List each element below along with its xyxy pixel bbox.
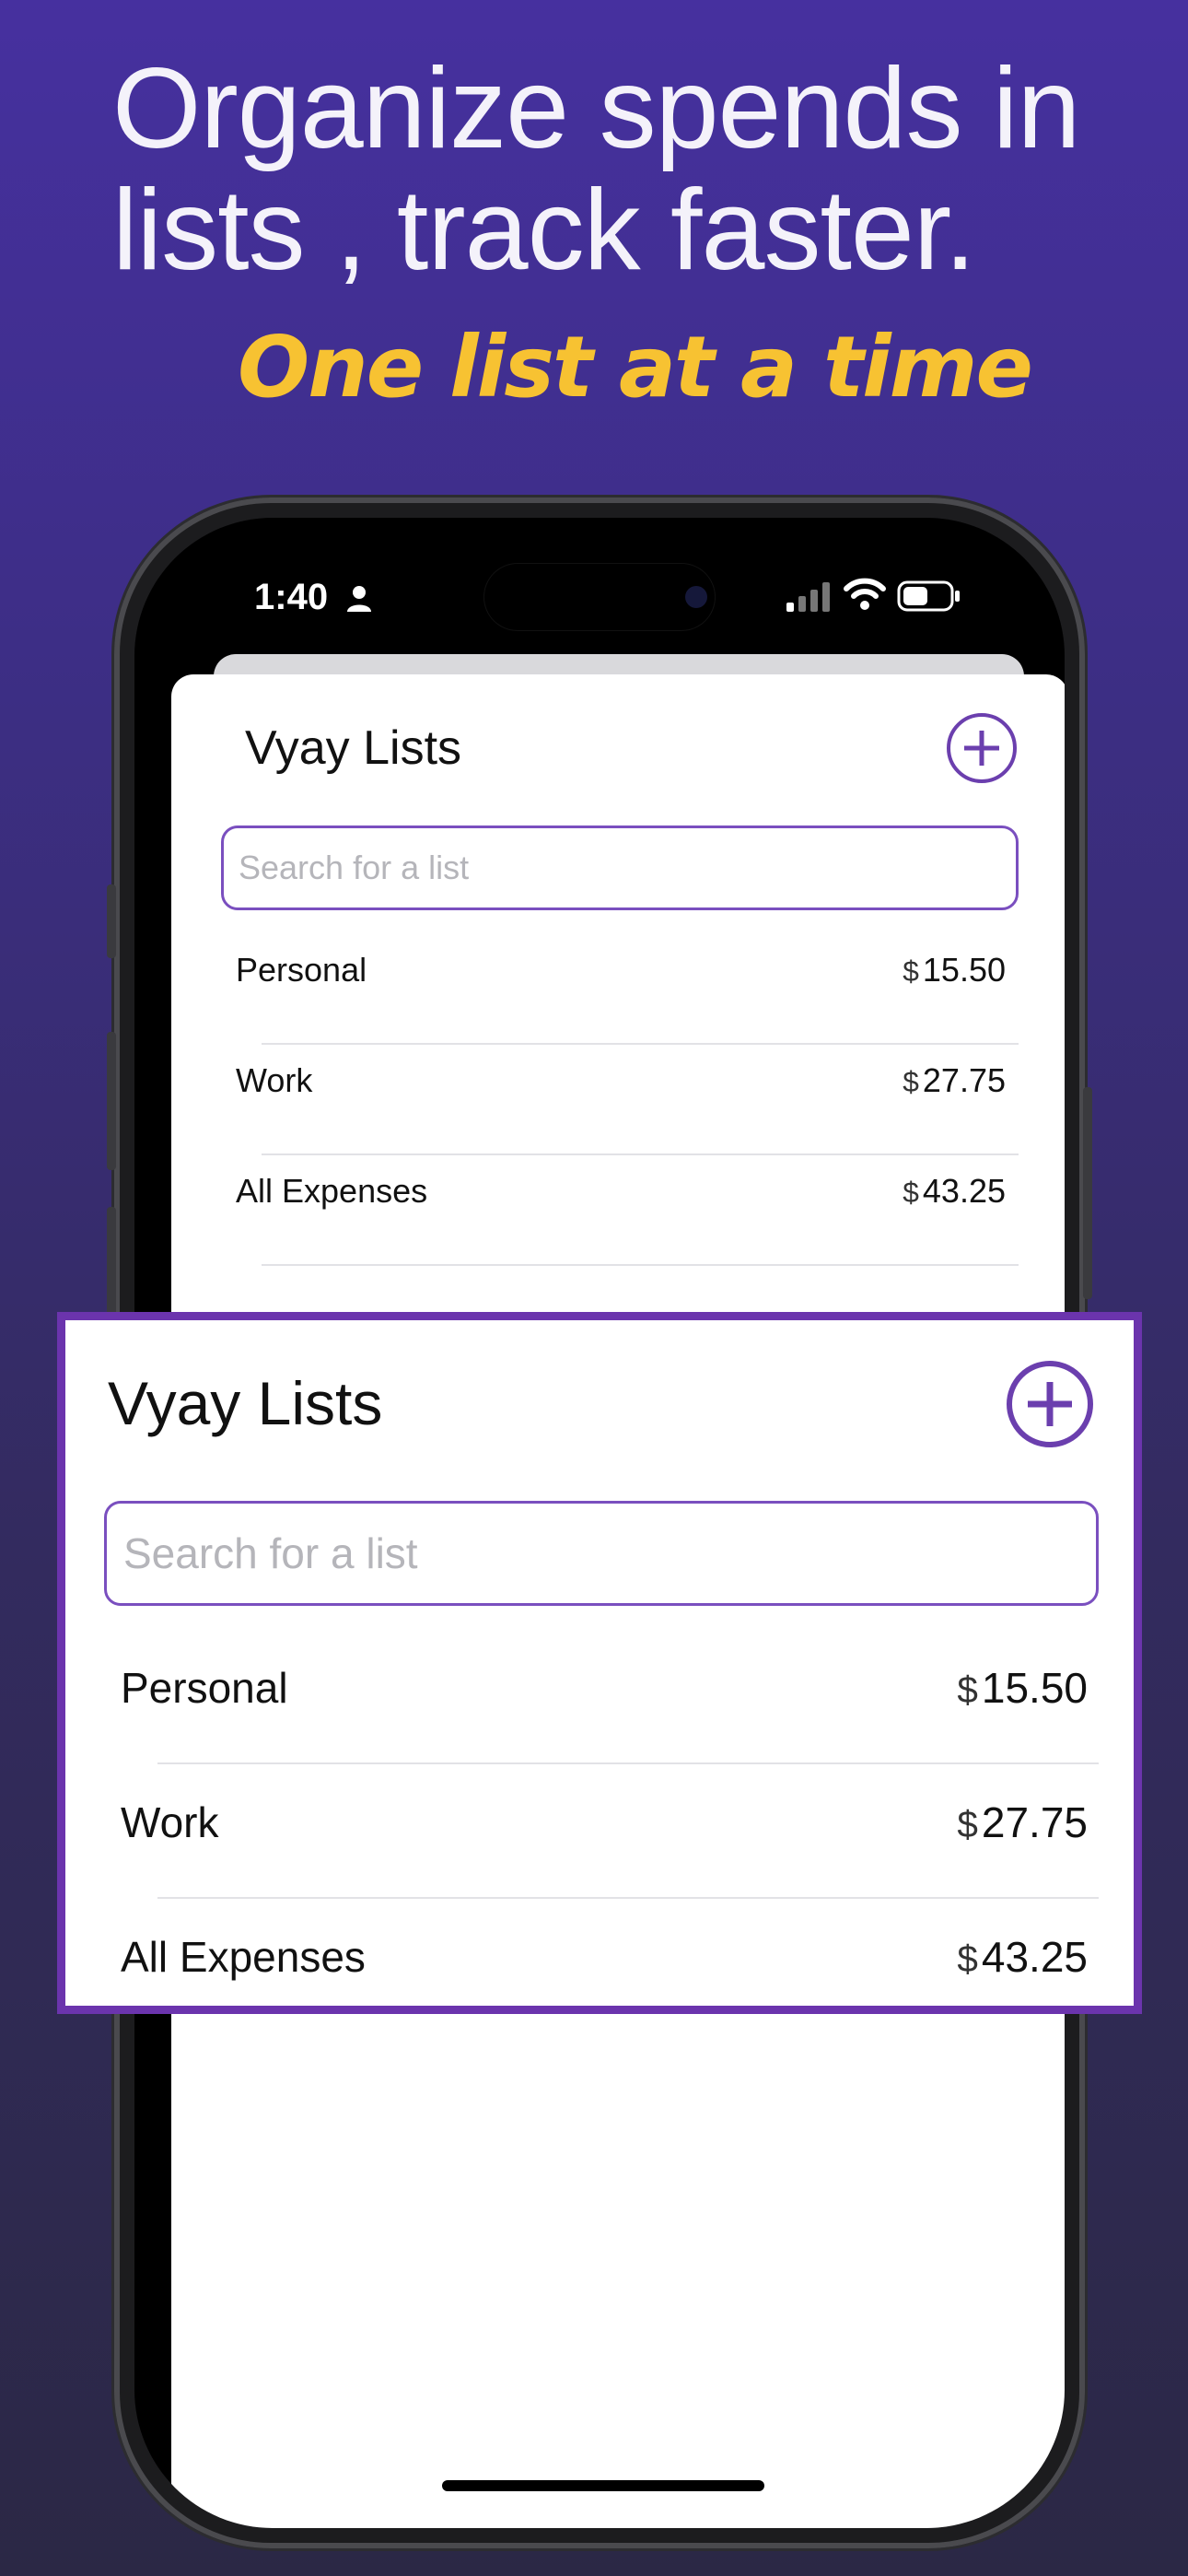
list-item-amount: $27.75 [957, 1798, 1088, 1846]
add-list-button[interactable] [947, 713, 1017, 783]
status-bar: 1:40 [134, 518, 1065, 656]
list-item-amount: $15.50 [957, 1664, 1088, 1712]
zoomed-search-input[interactable]: Search for a list [104, 1501, 1099, 1606]
list-item-personal[interactable]: Personal $15.50 [236, 951, 1006, 989]
power-button [1083, 1087, 1092, 1299]
zoomed-page-title: Vyay Lists [108, 1369, 383, 1437]
row-divider [262, 1153, 1019, 1155]
row-divider [262, 1043, 1019, 1045]
promo-headline: Organize spends in lists , track faster. [112, 45, 1080, 294]
zoomed-list-item-all-expenses[interactable]: All Expenses $43.25 [121, 1932, 1088, 1982]
list-item-name: All Expenses [236, 1172, 428, 1210]
list-item-all-expenses[interactable]: All Expenses $43.25 [236, 1172, 1006, 1211]
row-divider [157, 1897, 1099, 1899]
list-item-name: Work [121, 1798, 219, 1846]
zoomed-list-item-personal[interactable]: Personal $15.50 [121, 1663, 1088, 1713]
row-divider [157, 1762, 1099, 1764]
search-input[interactable]: Search for a list [221, 825, 1019, 910]
list-item-name: Personal [121, 1664, 288, 1712]
row-divider [262, 1264, 1019, 1266]
list-item-work[interactable]: Work $27.75 [236, 1061, 1006, 1100]
list-item-amount: $15.50 [903, 951, 1006, 989]
promo-tagline: One list at a time [238, 318, 1033, 416]
action-button [107, 884, 116, 958]
volume-up-button [107, 1032, 116, 1170]
list-item-name: Personal [236, 951, 367, 989]
wifi-icon [844, 578, 886, 610]
home-indicator [442, 2480, 764, 2491]
status-time: 1:40 [254, 577, 329, 617]
camera-lens [685, 586, 707, 608]
list-item-name: All Expenses [121, 1933, 366, 1981]
zoomed-list-item-work[interactable]: Work $27.75 [121, 1797, 1088, 1847]
dynamic-island [484, 564, 715, 630]
list-item-name: Work [236, 1061, 313, 1099]
list-item-amount: $27.75 [903, 1061, 1006, 1099]
zoomed-list-panel: Vyay Lists Search for a list Personal $1… [57, 1312, 1142, 2014]
person-icon [347, 586, 371, 612]
zoomed-add-list-button[interactable] [1007, 1361, 1093, 1447]
cellular-signal-icon [786, 582, 830, 612]
battery-icon [897, 580, 960, 612]
page-title: Vyay Lists [245, 721, 462, 775]
list-item-amount: $43.25 [957, 1933, 1088, 1981]
list-item-amount: $43.25 [903, 1172, 1006, 1210]
